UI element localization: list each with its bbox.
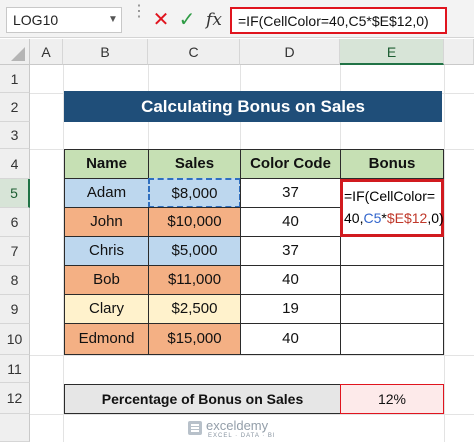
editor-line-2: 40,C5*$E$12,0) [344,210,444,226]
cancel-icon[interactable]: ✕ [150,7,172,33]
row-header-2[interactable]: 2 [0,93,30,122]
cell-color-code[interactable]: 40 [240,323,341,355]
cell-sales[interactable]: $5,000 [148,236,241,266]
row-header-8[interactable]: 8 [0,266,30,295]
row-header-5[interactable]: 5 [0,179,30,208]
cell-color-code[interactable]: 37 [240,236,341,266]
logo-name: exceldemy [206,418,269,433]
select-all-corner[interactable] [0,39,30,65]
name-box-value: LOG10 [13,12,59,28]
cell-sales[interactable]: $10,000 [148,207,241,237]
header-color-code[interactable]: Color Code [240,149,341,179]
logo-tagline: EXCEL · DATA · BI [208,433,276,439]
cell-reference: C5 [363,210,382,226]
cell-sales[interactable]: $11,000 [148,265,241,295]
percentage-value[interactable]: 12% [340,384,444,414]
formula-input[interactable]: =IF(CellColor=40,C5*$E$12,0) [230,7,447,34]
row-header-6[interactable]: 6 [0,208,30,237]
cell-name[interactable]: Clary [64,294,149,324]
row-header-3[interactable]: 3 [0,122,30,149]
cell-name[interactable]: Chris [64,236,149,266]
column-header-a[interactable]: A [30,39,63,65]
gridline [30,414,474,415]
cell-bonus[interactable] [340,323,444,355]
row-header-11[interactable]: 11 [0,355,30,383]
formula-controls: ✕ ✓ fx [146,7,226,33]
column-header-e[interactable]: E [340,39,444,65]
column-header-f[interactable] [444,39,474,65]
enter-icon[interactable]: ✓ [176,7,198,33]
active-cell-editor[interactable]: =IF(CellColor= 40,C5*$E$12,0) [340,179,444,237]
column-header-b[interactable]: B [63,39,148,65]
cell-name[interactable]: John [64,207,149,237]
header-name[interactable]: Name [64,149,149,179]
header-bonus[interactable]: Bonus [340,149,444,179]
cell-sales[interactable]: $15,000 [148,323,241,355]
cell-color-code[interactable]: 40 [240,207,341,237]
gridline [444,65,445,442]
column-header-c[interactable]: C [148,39,240,65]
percentage-label[interactable]: Percentage of Bonus on Sales [64,384,341,414]
cell-sales[interactable]: $2,500 [148,294,241,324]
insert-function-button[interactable]: fx [202,7,226,33]
cell-name[interactable]: Edmond [64,323,149,355]
row-header-9[interactable]: 9 [0,295,30,324]
cell-sales-selected[interactable]: $8,000 [148,178,241,208]
cell-bonus[interactable] [340,294,444,324]
cell-color-code[interactable]: 40 [240,265,341,295]
cell-bonus[interactable] [340,236,444,266]
editor-line-1: =IF(CellColor= [344,188,436,204]
cell-color-code[interactable]: 37 [240,178,341,208]
cell-name[interactable]: Adam [64,178,149,208]
column-header-d[interactable]: D [240,39,340,65]
corner-triangle-icon [11,47,25,61]
chevron-down-icon[interactable]: ▼ [104,7,122,33]
grip-icon: ⋮ [131,3,147,20]
cell-color-code[interactable]: 19 [240,294,341,324]
row-header-1[interactable]: 1 [0,65,30,93]
cell-bonus[interactable] [340,265,444,295]
gridline [30,355,474,356]
row-header-13[interactable] [0,414,30,442]
header-sales[interactable]: Sales [148,149,241,179]
row-header-4[interactable]: 4 [0,149,30,179]
row-header-7[interactable]: 7 [0,237,30,266]
row-header-10[interactable]: 10 [0,324,30,355]
absolute-reference: $E$12 [386,210,428,226]
row-header-12[interactable]: 12 [0,383,30,414]
cell-name[interactable]: Bob [64,265,149,295]
exceldemy-logo: exceldemy EXCEL · DATA · BI [186,418,296,440]
sheet-title: Calculating Bonus on Sales [64,91,442,122]
